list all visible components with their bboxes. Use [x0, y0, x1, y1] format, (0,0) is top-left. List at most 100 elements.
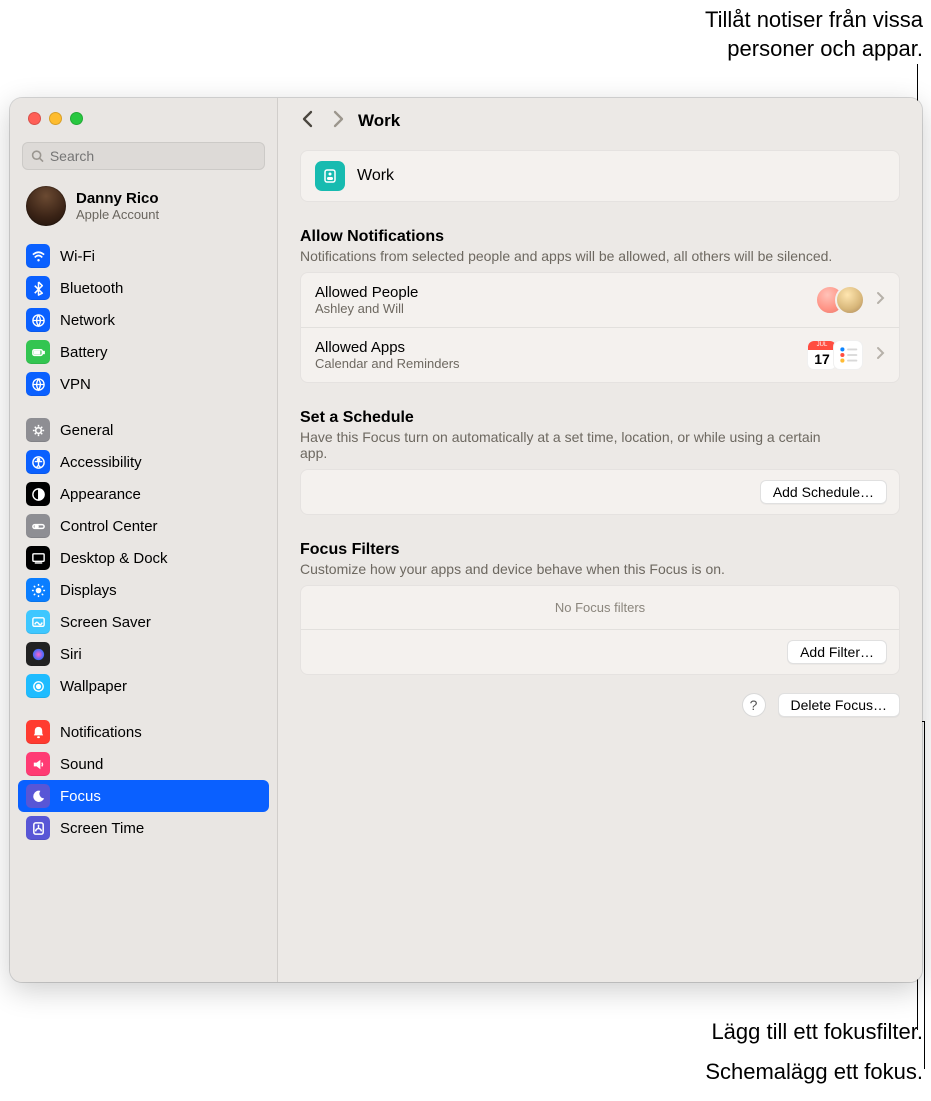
add-filter-button[interactable]: Add Filter… [787, 640, 887, 664]
add-schedule-button[interactable]: Add Schedule… [760, 480, 887, 504]
sidebar-item-label: General [60, 422, 113, 439]
account-sub: Apple Account [76, 207, 159, 222]
focus-icon [26, 784, 50, 808]
sidebar-item-label: Bluetooth [60, 280, 123, 297]
sidebar-item-label: Accessibility [60, 454, 142, 471]
nav-back-button[interactable] [300, 108, 316, 134]
screen-time-icon [26, 816, 50, 840]
sidebar-item-bluetooth[interactable]: Bluetooth [18, 272, 269, 304]
sidebar-item-label: Screen Time [60, 820, 144, 837]
siri-icon [26, 642, 50, 666]
allow-heading: Allow Notifications [300, 228, 900, 246]
avatar [26, 186, 66, 226]
badge-icon [315, 161, 345, 191]
allowed-people-sub: Ashley and Will [315, 301, 803, 316]
sidebar-item-wi-fi[interactable]: Wi-Fi [18, 240, 269, 272]
search-input[interactable] [50, 148, 256, 164]
appearance-icon [26, 482, 50, 506]
close-icon[interactable] [28, 112, 41, 125]
wi-fi-icon [26, 244, 50, 268]
nav-forward-button [330, 108, 346, 134]
section-set-schedule: Set a Schedule Have this Focus turn on a… [300, 409, 900, 461]
allowed-people-title: Allowed People [315, 284, 803, 301]
window-controls [10, 98, 277, 138]
section-focus-filters: Focus Filters Customize how your apps an… [300, 541, 900, 577]
sidebar-group-system: General Accessibility Appearance Control Ce… [10, 412, 277, 704]
displays-icon [26, 578, 50, 602]
delete-focus-button[interactable]: Delete Focus… [778, 693, 900, 717]
minimize-icon[interactable] [49, 112, 62, 125]
wallpaper-icon [26, 674, 50, 698]
sidebar-item-network[interactable]: Network [18, 304, 269, 336]
general-icon [26, 418, 50, 442]
sidebar-item-accessibility[interactable]: Accessibility [18, 446, 269, 478]
sidebar-item-label: Network [60, 312, 115, 329]
search-field[interactable] [22, 142, 265, 170]
sidebar-item-screen-time[interactable]: Screen Time [18, 812, 269, 844]
sidebar-item-screen-saver[interactable]: Screen Saver [18, 606, 269, 638]
people-avatar-cluster [815, 283, 867, 317]
sidebar-group-focus: Notifications Sound Focus Screen Time [10, 714, 277, 846]
sidebar-item-appearance[interactable]: Appearance [18, 478, 269, 510]
schedule-card: Add Schedule… [300, 469, 900, 515]
notifications-icon [26, 720, 50, 744]
desktop-dock-icon [26, 546, 50, 570]
sidebar-item-sound[interactable]: Sound [18, 748, 269, 780]
content-area: Work Work Allow Notifications Notificati… [278, 98, 922, 982]
help-button[interactable]: ? [742, 693, 766, 717]
sidebar-item-desktop-dock[interactable]: Desktop & Dock [18, 542, 269, 574]
filters-subheading: Customize how your apps and device behav… [300, 561, 840, 577]
sidebar-item-label: Focus [60, 788, 101, 805]
schedule-heading: Set a Schedule [300, 409, 900, 427]
footer-actions: ? Delete Focus… [300, 693, 900, 717]
person-avatar [835, 285, 865, 315]
schedule-subheading: Have this Focus turn on automatically at… [300, 429, 840, 461]
app-icon-cluster: JUL 17 [807, 338, 867, 372]
callout-leader [924, 721, 925, 1069]
filters-heading: Focus Filters [300, 541, 900, 559]
callout-schedule: Schemalägg ett fokus. [705, 1058, 923, 1087]
account-name: Danny Rico [76, 190, 159, 207]
sidebar-item-label: Control Center [60, 518, 158, 535]
vpn-icon [26, 372, 50, 396]
focus-name-row[interactable]: Work [300, 150, 900, 202]
allowed-apps-row[interactable]: Allowed Apps Calendar and Reminders JUL … [301, 327, 899, 382]
account-row[interactable]: Danny Rico Apple Account [10, 182, 277, 238]
sidebar-item-label: VPN [60, 376, 91, 393]
screen-saver-icon [26, 610, 50, 634]
allowed-apps-title: Allowed Apps [315, 339, 795, 356]
control-center-icon [26, 514, 50, 538]
network-icon [26, 308, 50, 332]
sidebar-item-label: Notifications [60, 724, 142, 741]
allow-list: Allowed People Ashley and Will Allowed A… [300, 272, 900, 383]
sidebar-group-network: Wi-Fi Bluetooth Network Battery VPN [10, 238, 277, 402]
sidebar-item-label: Battery [60, 344, 108, 361]
allow-subheading: Notifications from selected people and a… [300, 248, 840, 264]
sidebar-item-vpn[interactable]: VPN [18, 368, 269, 400]
filters-empty-label: No Focus filters [301, 586, 899, 630]
breadcrumb: Work [278, 98, 922, 140]
sidebar-item-siri[interactable]: Siri [18, 638, 269, 670]
chevron-right-icon [875, 346, 885, 364]
sidebar-item-general[interactable]: General [18, 414, 269, 446]
sidebar-item-label: Screen Saver [60, 614, 151, 631]
sidebar-item-label: Appearance [60, 486, 141, 503]
sidebar-item-battery[interactable]: Battery [18, 336, 269, 368]
page-title: Work [358, 111, 400, 131]
sidebar-item-notifications[interactable]: Notifications [18, 716, 269, 748]
sidebar: Danny Rico Apple Account Wi-Fi Bluetooth N… [10, 98, 278, 982]
zoom-icon[interactable] [70, 112, 83, 125]
sidebar-item-wallpaper[interactable]: Wallpaper [18, 670, 269, 702]
callout-add-filter: Lägg till ett fokusfilter. [711, 1018, 923, 1047]
filters-card: No Focus filters Add Filter… [300, 585, 900, 675]
sidebar-item-label: Wi-Fi [60, 248, 95, 265]
sidebar-item-control-center[interactable]: Control Center [18, 510, 269, 542]
accessibility-icon [26, 450, 50, 474]
battery-icon [26, 340, 50, 364]
sidebar-item-displays[interactable]: Displays [18, 574, 269, 606]
bluetooth-icon [26, 276, 50, 300]
allowed-people-row[interactable]: Allowed People Ashley and Will [301, 273, 899, 327]
sound-icon [26, 752, 50, 776]
sidebar-item-label: Displays [60, 582, 117, 599]
sidebar-item-focus[interactable]: Focus [18, 780, 269, 812]
